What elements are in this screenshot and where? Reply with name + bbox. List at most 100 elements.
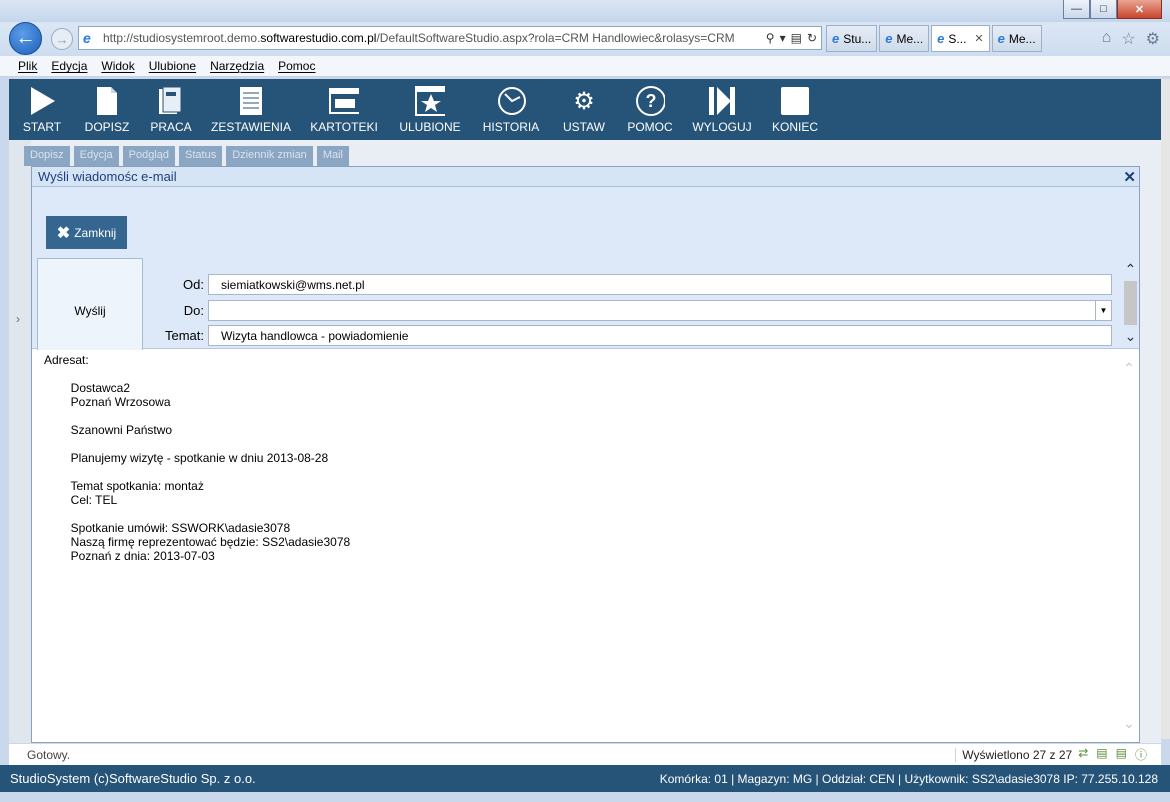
compat-view-icon[interactable]: ▤ xyxy=(791,31,802,45)
toolbar-koniec[interactable]: KONIEC xyxy=(761,79,829,140)
toolbar-ustaw[interactable]: ⚙ USTAW xyxy=(551,79,617,140)
report-icon xyxy=(236,86,266,116)
subtool-mail[interactable]: Mail xyxy=(316,146,349,166)
play-icon xyxy=(27,86,57,116)
scroll-down-icon[interactable]: ⌄ xyxy=(1125,328,1137,345)
subtool-status[interactable]: Status xyxy=(179,146,223,166)
subtool-dziennik[interactable]: Dziennik zmian xyxy=(226,146,313,166)
browser-tab-2[interactable]: e Me... xyxy=(879,25,930,52)
footer-session-info: Komórka: 01 | Magazyn: MG | Oddział: CEN… xyxy=(659,771,1158,786)
browser-tabs: e Stu... e Me... e S... ✕ e Me... xyxy=(826,25,1042,52)
menu-edycja[interactable]: Edycja xyxy=(51,59,87,73)
menu-plik[interactable]: Plik xyxy=(18,59,37,73)
back-button[interactable]: ← xyxy=(9,22,42,55)
forward-button[interactable]: → xyxy=(51,28,73,50)
export-icon[interactable]: ▤ xyxy=(1096,746,1107,763)
menu-narzedzia[interactable]: Narzędzia xyxy=(210,59,264,73)
subtool-dopisz[interactable]: Dopisz xyxy=(24,146,70,166)
arrow-left-icon: ← xyxy=(15,27,36,49)
ie-tab-icon: e xyxy=(997,31,1005,46)
close-button-label: Zamknij xyxy=(74,225,117,240)
scroll-up-icon[interactable]: ⌃ xyxy=(1125,261,1137,278)
status-bar: Gotowy. Wyświetlono 27 z 27 ⇄ ▤ ▤ ⓘ xyxy=(9,743,1161,765)
ie-tab-icon: e xyxy=(885,31,893,46)
from-row: Od: siemiatkowski@wms.net.pl xyxy=(152,274,1112,295)
left-gutter: › xyxy=(9,140,31,743)
tab-label: Me... xyxy=(1008,31,1036,46)
menu-pomoc[interactable]: Pomoc xyxy=(278,59,315,73)
favorites-star-icon[interactable]: ☆ xyxy=(1121,29,1135,49)
close-icon[interactable]: ✕ xyxy=(1123,168,1136,186)
from-label: Od: xyxy=(183,277,204,292)
import-icon[interactable]: ▤ xyxy=(1116,746,1127,763)
record-count: Wyświetlono 27 z 27 xyxy=(955,747,1078,762)
toolbar-label: USTAW xyxy=(563,120,605,134)
toolbar-historia[interactable]: HISTORIA xyxy=(471,79,551,140)
toolbar-label: START xyxy=(22,120,62,134)
menu-bar: Plik Edycja Widok Ulubione Narzędzia Pom… xyxy=(0,56,1170,77)
toolbar-ulubione[interactable]: ULUBIONE xyxy=(389,79,471,140)
refresh-icon[interactable]: ↻ xyxy=(807,31,817,45)
message-body[interactable]: Adresat: Dostawca2 Poznań Wrzosowa Szano… xyxy=(32,350,1139,742)
message-body-text: Adresat: Dostawca2 Poznań Wrzosowa Szano… xyxy=(44,353,351,563)
chevron-right-icon[interactable]: › xyxy=(16,312,20,326)
minimize-button[interactable]: — xyxy=(1063,0,1090,19)
menu-widok[interactable]: Widok xyxy=(101,59,134,73)
toolbar-pomoc[interactable]: ? POMOC xyxy=(617,79,683,140)
dialog-titlebar: Wyśli wiadomośc e-mail ✕ xyxy=(32,167,1139,187)
refresh-icon[interactable]: ⇄ xyxy=(1078,746,1088,763)
toolbar-label: KARTOTEKI xyxy=(310,120,378,134)
background-subtoolbar: Dopisz Edycja Podgląd Status Dziennik zm… xyxy=(24,146,349,166)
close-window-button[interactable]: ✕ xyxy=(1117,0,1162,19)
subtool-podglad[interactable]: Podgląd xyxy=(122,146,176,166)
toolbar-praca[interactable]: PRACA xyxy=(139,79,203,140)
body-scrollbar[interactable]: ⌃ ⌄ xyxy=(1122,360,1136,732)
toolbar-wyloguj[interactable]: WYLOGUJ xyxy=(683,79,761,140)
tab-close-icon[interactable]: ✕ xyxy=(974,32,983,45)
ie-tab-icon: e xyxy=(937,31,945,46)
scroll-thumb[interactable] xyxy=(1124,281,1137,325)
from-field[interactable]: siemiatkowski@wms.net.pl xyxy=(208,274,1112,295)
toolbar-dopisz[interactable]: DOPISZ xyxy=(75,79,139,140)
toolbar-label: ZESTAWIENIA xyxy=(210,120,291,134)
browser-tab-3[interactable]: e S... ✕ xyxy=(931,25,990,52)
subject-field[interactable]: Wizyta handlowca - powiadomienie xyxy=(208,325,1112,346)
toolbar-zestawienia[interactable]: ZESTAWIENIA xyxy=(203,79,299,140)
send-button-label: Wyślij xyxy=(74,304,106,318)
header-scrollbar[interactable]: ⌃ ⌄ xyxy=(1122,261,1139,357)
scroll-up-icon[interactable]: ⌃ xyxy=(1123,360,1135,377)
maximize-button[interactable]: □ xyxy=(1090,0,1117,19)
address-tools: ⚲ ▾ ▤ ↻ xyxy=(766,31,821,45)
page-scrollbar[interactable] xyxy=(1161,79,1170,739)
dropdown-icon[interactable]: ▾ xyxy=(780,31,786,45)
close-button[interactable]: ✖ Zamknij xyxy=(46,216,127,249)
toolbar-label: ULUBIONE xyxy=(399,120,461,134)
subtool-edycja[interactable]: Edycja xyxy=(73,146,119,166)
send-button[interactable]: Wyślij xyxy=(37,258,143,364)
toolbar-label: KONIEC xyxy=(771,120,818,134)
window-icon xyxy=(329,86,359,116)
help-icon: ? xyxy=(635,86,665,116)
subject-row: Temat: Wizyta handlowca - powiadomienie xyxy=(152,325,1112,346)
toolbar-label: PRACA xyxy=(150,120,192,134)
menu-ulubione[interactable]: Ulubione xyxy=(149,59,196,73)
url-domain: softwarestudio.com.pl xyxy=(260,31,377,45)
chevron-down-icon[interactable]: ▼ xyxy=(1095,301,1111,320)
scroll-down-icon[interactable]: ⌄ xyxy=(1123,715,1135,732)
address-url[interactable]: http://studiosystemroot.demo.softwarestu… xyxy=(103,31,766,45)
history-icon xyxy=(496,86,526,116)
info-icon[interactable]: ⓘ xyxy=(1135,746,1147,763)
browser-tab-4[interactable]: e Me... xyxy=(991,25,1042,52)
toolbar-kartoteki[interactable]: KARTOTEKI xyxy=(299,79,389,140)
svg-text:?: ? xyxy=(646,91,657,111)
app-footer: StudioSystem (c)SoftwareStudio Sp. z o.o… xyxy=(0,765,1170,792)
browser-tab-1[interactable]: e Stu... xyxy=(826,25,878,52)
tab-label: Stu... xyxy=(843,31,872,46)
to-field[interactable]: ▼ xyxy=(208,300,1112,321)
address-bar[interactable]: e http://studiosystemroot.demo.softwares… xyxy=(78,26,822,50)
search-icon[interactable]: ⚲ xyxy=(766,31,775,45)
toolbar-start[interactable]: START xyxy=(9,79,75,140)
toolbar-label: DOPISZ xyxy=(84,120,130,134)
settings-gear-icon[interactable]: ⚙ xyxy=(1146,29,1160,49)
home-icon[interactable]: ⌂ xyxy=(1102,29,1112,49)
